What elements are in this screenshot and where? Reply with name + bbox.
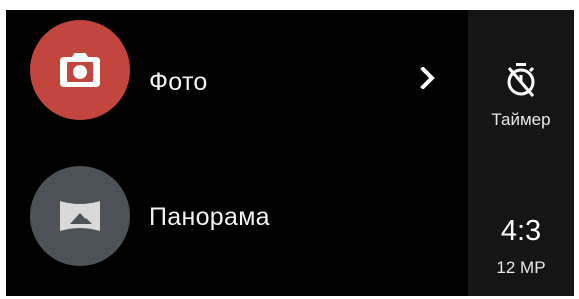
aspect-ratio-value[interactable]: 4:3 — [468, 215, 574, 248]
resolution-label: 12 MP — [496, 258, 546, 277]
mode-item-photo[interactable]: Фото — [6, 20, 468, 132]
side-settings-panel: Таймер 4:3 12 MP — [468, 10, 574, 296]
photo-mode-button[interactable] — [30, 20, 130, 120]
mode-label-panorama: Панорама — [149, 203, 270, 231]
camera-icon — [60, 53, 100, 87]
timer-off-icon[interactable] — [506, 62, 536, 98]
panorama-mode-button[interactable] — [30, 166, 130, 266]
mode-item-panorama[interactable]: Панорама — [6, 166, 468, 278]
timer-label[interactable]: Таймер — [468, 110, 574, 130]
mode-label-photo: Фото — [149, 68, 208, 96]
mode-list: Фото Панорама — [6, 10, 468, 296]
chevron-right-icon[interactable] — [420, 67, 436, 89]
panorama-icon — [60, 201, 100, 231]
camera-mode-screen: Фото Панорама Таймер 4:3 12 MP — [6, 10, 574, 296]
